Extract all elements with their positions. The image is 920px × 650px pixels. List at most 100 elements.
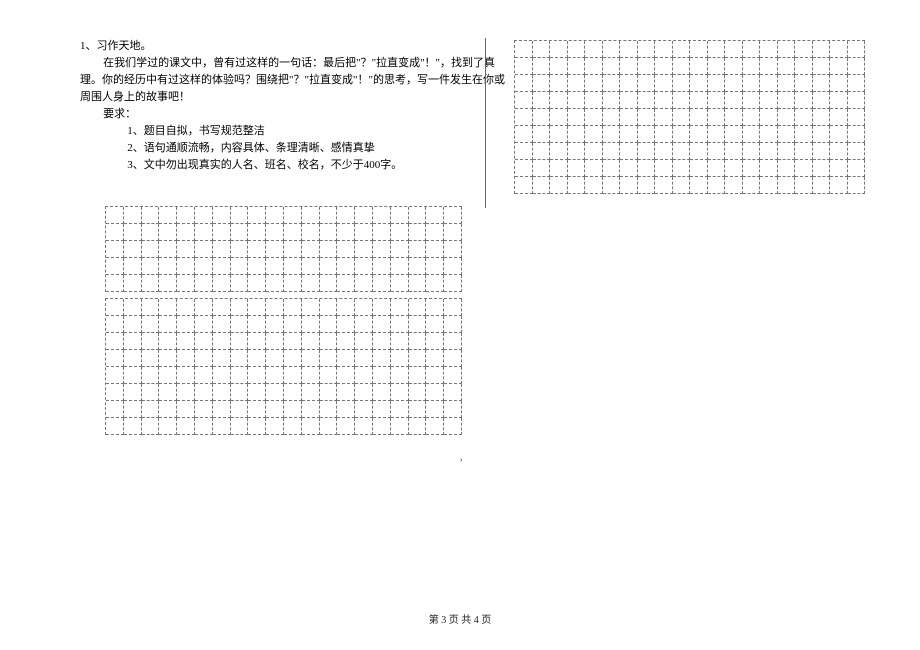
requirement-3: 3、文中勿出现真实的人名、班名、校名，不少于400字。 [80, 157, 475, 174]
grid-cell [355, 401, 373, 418]
grid-cell [302, 241, 320, 258]
grid-cell [813, 126, 831, 143]
grid-cell [426, 299, 444, 316]
grid-row [106, 207, 462, 224]
grid-cell [708, 143, 726, 160]
grid-cell [373, 224, 391, 241]
grid-cell [515, 109, 533, 126]
grid-row [515, 177, 865, 194]
stray-mark: , [460, 452, 463, 463]
grid-cell [708, 58, 726, 75]
grid-cell [284, 418, 302, 435]
grid-cell [106, 258, 124, 275]
grid-cell [760, 75, 778, 92]
grid-cell [373, 316, 391, 333]
grid-cell [426, 258, 444, 275]
grid-cell [124, 350, 142, 367]
grid-cell [320, 367, 338, 384]
grid-cell [743, 143, 761, 160]
grid-cell [638, 92, 656, 109]
grid-cell [708, 177, 726, 194]
grid-cell [708, 109, 726, 126]
grid-cell [725, 160, 743, 177]
grid-cell [760, 58, 778, 75]
grid-cell [409, 384, 427, 401]
grid-cell [673, 126, 691, 143]
grid-cell [585, 126, 603, 143]
requirement-2: 2、语句通顺流畅，内容具体、条理清晰、感情真挚 [80, 140, 475, 157]
grid-cell [444, 241, 462, 258]
grid-cell [195, 275, 213, 292]
grid-cell [673, 75, 691, 92]
grid-cell [426, 350, 444, 367]
grid-cell [248, 207, 266, 224]
grid-cell [159, 224, 177, 241]
grid-cell [320, 258, 338, 275]
grid-cell [444, 333, 462, 350]
grid-cell [284, 316, 302, 333]
grid-cell [515, 92, 533, 109]
grid-cell [444, 367, 462, 384]
grid-cell [177, 401, 195, 418]
grid-cell [830, 41, 848, 58]
grid-cell [302, 207, 320, 224]
grid-cell [533, 58, 551, 75]
writing-grid-1 [514, 40, 865, 194]
grid-cell [284, 384, 302, 401]
grid-cell [355, 224, 373, 241]
grid-cell [231, 299, 249, 316]
grid-cell [778, 177, 796, 194]
grid-cell [585, 143, 603, 160]
grid-cell [284, 207, 302, 224]
grid-cell [284, 401, 302, 418]
grid-cell [124, 275, 142, 292]
grid-cell [795, 92, 813, 109]
grid-cell [355, 316, 373, 333]
grid-cell [725, 126, 743, 143]
grid-cell [409, 224, 427, 241]
grid-cell [248, 316, 266, 333]
grid-cell [124, 333, 142, 350]
prompt-para1: 在我们学过的课文中，曾有过这样的一句话：最后把"？"拉直变成"！"，找到了真 [80, 55, 475, 72]
page-footer: 第 3 页 共 4 页 [0, 611, 920, 626]
grid-cell [830, 143, 848, 160]
grid-cell [177, 207, 195, 224]
grid-cell [124, 418, 142, 435]
grid-cell [284, 350, 302, 367]
grid-cell [320, 401, 338, 418]
grid-cell [373, 207, 391, 224]
grid-cell [142, 299, 160, 316]
grid-cell [690, 126, 708, 143]
grid-cell [142, 367, 160, 384]
grid-cell [638, 41, 656, 58]
grid-cell [409, 401, 427, 418]
grid-cell [373, 333, 391, 350]
grid-cell [302, 258, 320, 275]
grid-cell [603, 58, 621, 75]
grid-cell [778, 109, 796, 126]
grid-cell [106, 316, 124, 333]
grid-cell [444, 401, 462, 418]
grid-cell [690, 92, 708, 109]
grid-cell [124, 258, 142, 275]
grid-cell [177, 224, 195, 241]
grid-cell [409, 367, 427, 384]
grid-cell [655, 75, 673, 92]
grid-cell [320, 384, 338, 401]
grid-cell [409, 333, 427, 350]
grid-cell [638, 160, 656, 177]
grid-cell [813, 160, 831, 177]
grid-cell [813, 177, 831, 194]
grid-cell [159, 350, 177, 367]
grid-cell [355, 384, 373, 401]
grid-cell [302, 350, 320, 367]
grid-cell [848, 75, 866, 92]
grid-cell [337, 384, 355, 401]
grid-cell [159, 333, 177, 350]
grid-cell [620, 92, 638, 109]
grid-cell [760, 177, 778, 194]
grid-cell [620, 41, 638, 58]
grid-cell [620, 143, 638, 160]
grid-cell [231, 367, 249, 384]
grid-cell [284, 333, 302, 350]
